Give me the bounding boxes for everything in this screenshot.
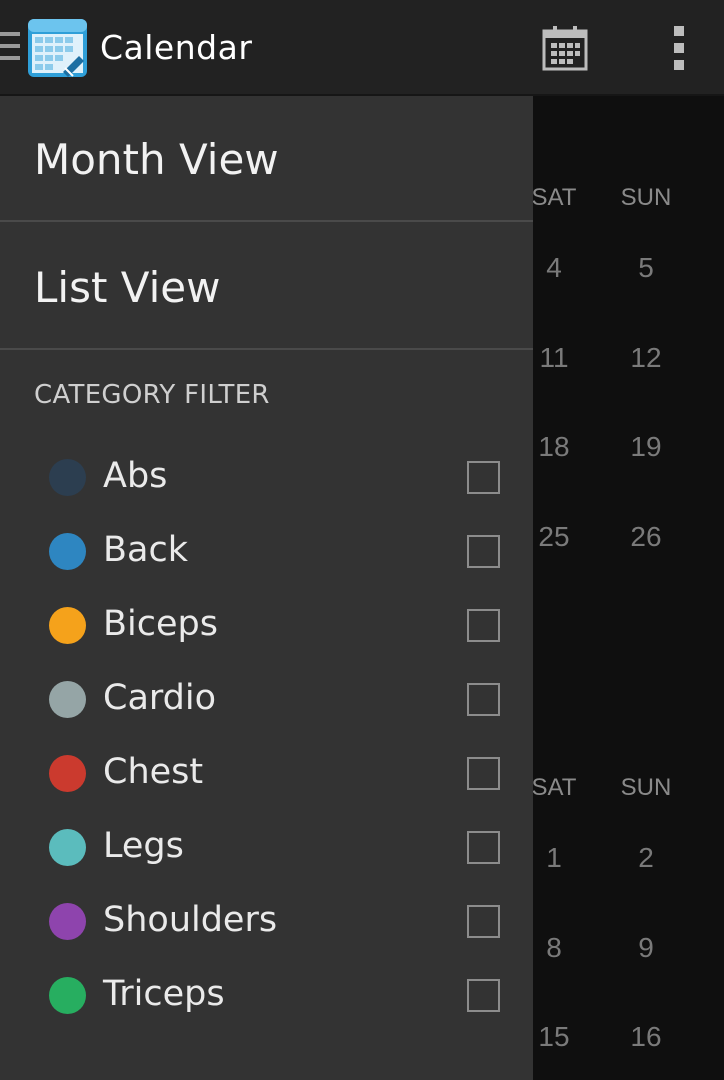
category-color-dot <box>49 977 86 1014</box>
calendar-day[interactable]: 1 <box>524 842 584 874</box>
weekday-header-sat: SAT <box>531 774 577 801</box>
category-color-dot <box>49 829 86 866</box>
nav-item-label: List View <box>34 263 221 312</box>
calendar-day[interactable]: 12 <box>616 342 676 374</box>
category-label: Biceps <box>103 604 218 644</box>
category-checkbox[interactable] <box>467 831 500 864</box>
calendar-day[interactable]: 2 <box>616 842 676 874</box>
category-row-shoulders[interactable]: Shoulders <box>0 884 533 958</box>
calendar-day[interactable]: 18 <box>524 431 584 463</box>
calendar-day[interactable]: 26 <box>616 521 676 553</box>
calendar-day[interactable]: 11 <box>524 342 584 374</box>
category-label: Legs <box>103 826 184 866</box>
action-bar: Calendar <box>0 0 724 96</box>
navigation-drawer: Month View List View CATEGORY FILTER Abs… <box>0 96 533 1080</box>
category-label: Back <box>103 530 188 570</box>
category-row-back[interactable]: Back <box>0 514 533 588</box>
nav-item-label: Month View <box>34 135 279 184</box>
category-label: Shoulders <box>103 900 278 940</box>
category-color-dot <box>49 681 86 718</box>
category-checkbox[interactable] <box>467 905 500 938</box>
weekday-header-sun: SUN <box>620 774 672 801</box>
category-checkbox[interactable] <box>467 683 500 716</box>
category-label: Cardio <box>103 678 217 718</box>
category-row-biceps[interactable]: Biceps <box>0 588 533 662</box>
category-label: Triceps <box>103 974 225 1014</box>
calendar-day[interactable]: 15 <box>524 1021 584 1053</box>
background-calendar: SAT SUN 4 5 11 12 18 19 25 26 SAT SUN 1 … <box>532 96 724 1080</box>
app-root: SAT SUN 4 5 11 12 18 19 25 26 SAT SUN 1 … <box>0 0 724 1080</box>
category-color-dot <box>49 755 86 792</box>
nav-item-list-view[interactable]: List View <box>0 224 533 350</box>
category-color-dot <box>49 533 86 570</box>
weekday-header-sun: SUN <box>620 184 672 211</box>
app-title: Calendar <box>100 28 253 67</box>
category-label: Chest <box>103 752 204 792</box>
calendar-day[interactable]: 25 <box>524 521 584 553</box>
category-label: Abs <box>103 456 168 496</box>
category-row-chest[interactable]: Chest <box>0 736 533 810</box>
category-checkbox[interactable] <box>467 461 500 494</box>
calendar-day[interactable]: 9 <box>616 932 676 964</box>
drawer-toggle-icon[interactable] <box>0 32 20 62</box>
category-checkbox[interactable] <box>467 757 500 790</box>
category-checkbox[interactable] <box>467 979 500 1012</box>
category-row-cardio[interactable]: Cardio <box>0 662 533 736</box>
category-checkbox[interactable] <box>467 535 500 568</box>
calendar-day[interactable]: 5 <box>616 252 676 284</box>
calendar-day[interactable]: 8 <box>524 932 584 964</box>
overflow-menu-icon[interactable] <box>672 26 686 70</box>
category-filter-header: CATEGORY FILTER <box>34 380 270 410</box>
category-row-abs[interactable]: Abs <box>0 440 533 514</box>
weekday-header-sat: SAT <box>531 184 577 211</box>
calendar-day[interactable]: 19 <box>616 431 676 463</box>
calendar-icon[interactable] <box>542 25 588 71</box>
category-checkbox[interactable] <box>467 609 500 642</box>
nav-item-month-view[interactable]: Month View <box>0 96 533 222</box>
app-calendar-logo-icon[interactable] <box>27 18 88 78</box>
category-color-dot <box>49 459 86 496</box>
category-row-triceps[interactable]: Triceps <box>0 958 533 1032</box>
calendar-day[interactable]: 16 <box>616 1021 676 1053</box>
category-row-legs[interactable]: Legs <box>0 810 533 884</box>
category-color-dot <box>49 903 86 940</box>
category-color-dot <box>49 607 86 644</box>
calendar-day[interactable]: 4 <box>524 252 584 284</box>
